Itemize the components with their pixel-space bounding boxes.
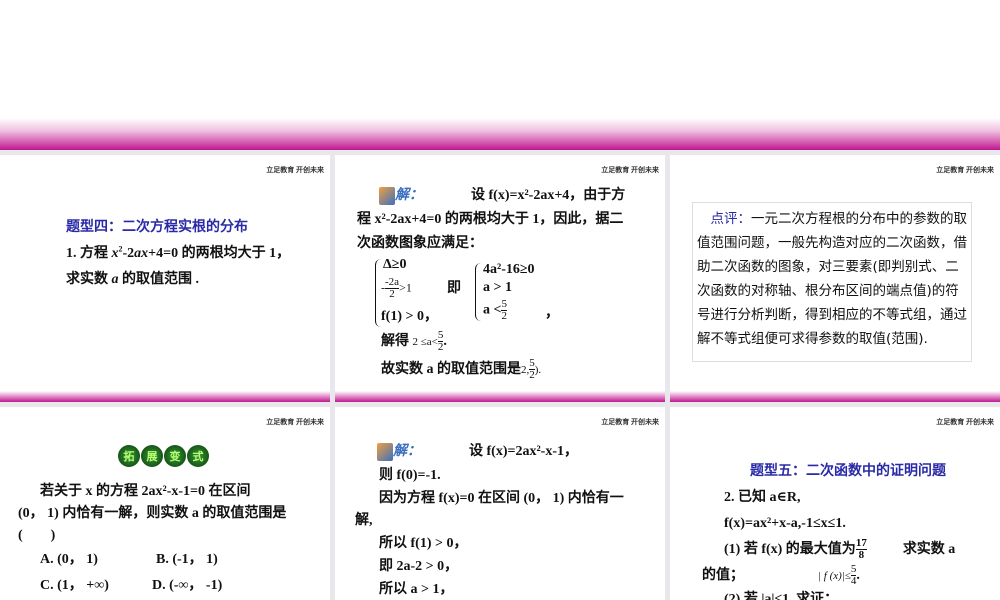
slide-motto: 立足教育 开创未来 xyxy=(266,166,324,174)
solution-label: 解： xyxy=(377,439,421,465)
left-brace xyxy=(475,263,481,321)
slide-motto: 立足教育 开创未来 xyxy=(601,166,659,174)
ineq-2: a > 1 xyxy=(483,280,512,295)
condition-2: - -2a 2 >1 xyxy=(381,276,412,300)
slide-bottom-bar xyxy=(335,391,665,402)
section-title: 题型五：二次函数中的证明问题 xyxy=(750,464,946,479)
slide-thumbnail-1[interactable]: 立足教育 开创未来 题型四：二次方程实根的分布 1. 方程 x2-2ax+4=0… xyxy=(0,155,330,402)
solution-line-4: 解, xyxy=(355,513,373,528)
option-c[interactable]: C. (1， +∞) xyxy=(40,573,109,599)
slide-thumbnail-6[interactable]: 立足教育 开创未来 题型五：二次函数中的证明问题 2. 已知 a∈R, f(x)… xyxy=(670,407,1000,600)
extension-badge: 拓展变式 xyxy=(118,445,210,467)
comment-label: 点评： xyxy=(710,211,752,227)
condition-3: f(1) > 0， xyxy=(381,309,438,324)
question-line-3: ( ) xyxy=(18,528,56,543)
solution-line-7: 所以 a > 1， xyxy=(379,582,454,597)
ineq-3: a <5 2 xyxy=(483,298,507,322)
problem-line-1: 1. 方程 x2-2ax+4=0 的两根均大于 1， xyxy=(66,244,291,261)
slide-thumbnail-4[interactable]: 立足教育 开创未来 拓展变式 若关于 x 的方程 2ax²-x-1=0 在区间 … xyxy=(0,407,330,600)
ji-label: 即 xyxy=(447,281,461,296)
condition-1: Δ≥0 xyxy=(383,257,407,272)
result-line-1: 解得 2 ≤a< 5 2. xyxy=(381,329,447,354)
slide-thumbnail-3[interactable]: 立足教育 开创未来 点评：一元二次方程根的分布中的参数的取值范围问题，一般先构造… xyxy=(670,155,1000,402)
slide-thumbnail-5[interactable]: 立足教育 开创未来 解： 设 f(x)=2ax²-x-1， 则 f(0)=-1.… xyxy=(335,407,665,600)
slide-motto: 立足教育 开创未来 xyxy=(601,418,659,426)
ineq-1: 4a²-16≥0 xyxy=(483,262,535,277)
slide-motto: 立足教育 开创未来 xyxy=(936,418,994,426)
solution-label: 解： xyxy=(379,183,423,209)
problem-line-3: (1) 若 f(x) 的最大值为 17 8 求实数 a xyxy=(724,537,956,562)
comma: ， xyxy=(545,306,559,321)
book-icon xyxy=(379,186,395,205)
solution-line-3: 因为方程 f(x)=0 在区间 (0， 1) 内恰有一 xyxy=(379,491,624,506)
comment-box: 点评：一元二次方程根的分布中的参数的取值范围问题，一般先构造对应的二次函数，借助… xyxy=(692,202,972,362)
solution-line-3: 次函数图象应满足： xyxy=(357,236,483,251)
result-line-2: 故实数 a 的取值范围是2, 5 2). xyxy=(381,357,542,382)
solution-line-1: 设 f(x)=x²-2ax+4，由于方 xyxy=(471,188,626,203)
problem-line-2: f(x)=ax²+x-a,-1≤x≤1. xyxy=(724,516,846,531)
question-line-2: (0， 1) 内恰有一解，则实数 a 的取值范围是 xyxy=(18,506,287,521)
section-title: 题型四：二次方程实根的分布 xyxy=(66,220,248,235)
problem-line-5: (2) 若 |a|≤1, 求证： xyxy=(724,592,839,600)
problem-line-1: 2. 已知 a∈R, xyxy=(724,490,801,505)
slide-motto: 立足教育 开创未来 xyxy=(266,418,324,426)
comment-text: 一元二次方程根的分布中的参数的取值范围问题，一般先构造对应的二次函数，借助二次函… xyxy=(697,211,967,347)
problem-line-4: 的值； | f (x)|≤ 5 4. xyxy=(702,563,860,588)
top-blank-area xyxy=(0,0,1000,118)
book-icon xyxy=(377,442,393,461)
slide-bottom-bar xyxy=(0,391,330,402)
top-gradient-bar xyxy=(0,118,1000,150)
solution-line-2: 程 x²-2ax+4=0 的两根均大于 1，因此，据二 xyxy=(357,212,624,227)
slide-bottom-bar xyxy=(670,391,1000,402)
option-d[interactable]: D. (-∞， -1) xyxy=(152,573,222,599)
slide-thumbnail-2[interactable]: 立足教育 开创未来 解： 设 f(x)=x²-2ax+4，由于方 程 x²-2a… xyxy=(335,155,665,402)
slide-motto: 立足教育 开创未来 xyxy=(936,166,994,174)
option-a[interactable]: A. (0， 1) xyxy=(40,547,98,573)
option-b[interactable]: B. (-1， 1) xyxy=(156,547,218,573)
solution-line-1: 设 f(x)=2ax²-x-1， xyxy=(469,444,578,459)
problem-line-2: 求实数 a 的取值范围 . xyxy=(66,272,199,287)
